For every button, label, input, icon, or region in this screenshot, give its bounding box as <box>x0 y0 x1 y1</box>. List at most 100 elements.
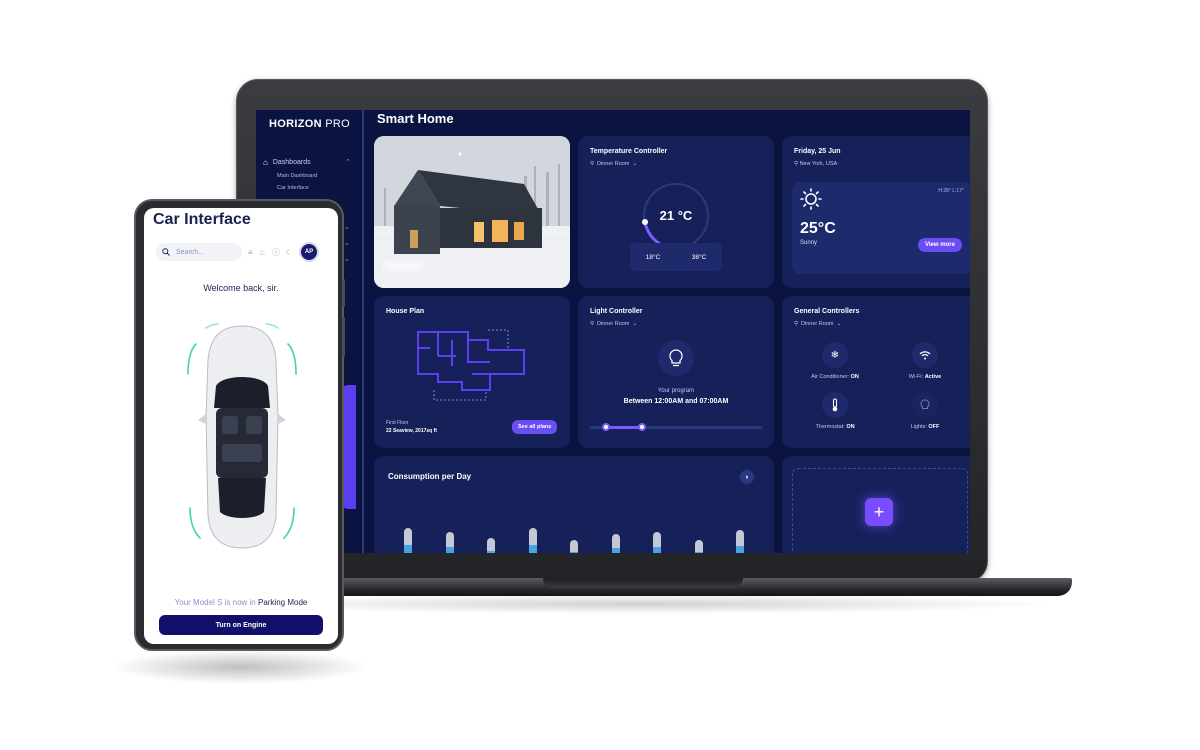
consumption-card: Consumption per Day ◗ <box>374 456 774 553</box>
see-all-plans-button[interactable]: See all plans <box>512 420 558 434</box>
pie-chart-icon[interactable]: ◗ <box>740 470 754 484</box>
control-name: Wi-Fi: <box>908 374 924 380</box>
view-more-button[interactable]: View more <box>918 238 962 252</box>
sidebar-subitem-main-dashboard[interactable]: Main Dashboard <box>277 173 317 179</box>
location-label: Dinner Room <box>801 321 834 327</box>
control-wifi[interactable]: Wi-Fi: Active <box>880 342 970 380</box>
search-bar: Search... ≡ ♨ ⓘ ☾ AP <box>156 240 324 264</box>
weather-temperature: 25°C <box>800 220 836 237</box>
card-title: Temperature Controller <box>590 148 668 155</box>
wifi-icon[interactable] <box>912 342 938 368</box>
control-thermostat[interactable]: Thermostat: ON <box>790 392 880 430</box>
chevron-down-icon[interactable]: ⌄ <box>344 239 350 247</box>
status-mode: Parking Mode <box>257 598 308 607</box>
consumption-bar[interactable] <box>445 532 454 553</box>
control-name: Air Conditioner: <box>811 374 850 380</box>
control-name: Lights: <box>910 424 927 430</box>
search-placeholder: Search... <box>176 248 205 256</box>
moon-icon[interactable]: ☾ <box>286 248 293 257</box>
card-title: Light Controller <box>590 308 643 315</box>
laptop-screen: HORIZON PRO ⌂ Dashboards ⌃ Main Dashboar… <box>256 110 970 553</box>
car-top-view[interactable] <box>186 316 298 556</box>
location-selector[interactable]: ⚲ Dinner Room ⌄ <box>590 161 637 167</box>
chart-title: Consumption per Day <box>388 472 472 481</box>
light-time-slider[interactable] <box>590 423 762 431</box>
phone-screen: Car Interface Search... ≡ ♨ ⓘ ☾ AP Welco… <box>144 208 338 644</box>
location-label: Dinner Room <box>597 161 630 167</box>
search-icon <box>162 248 170 256</box>
consumption-bar[interactable] <box>736 530 744 553</box>
pin-icon: ⚲ <box>794 321 799 327</box>
consumption-bar[interactable] <box>611 534 620 553</box>
phone-side-button <box>342 317 345 357</box>
bell-icon[interactable]: ♨ <box>259 248 266 257</box>
card-title: House Plan <box>386 308 425 315</box>
sun-icon <box>800 188 822 210</box>
laptop-notch <box>543 578 743 588</box>
location-selector[interactable]: ⚲ Dinner Room ⌄ <box>590 321 637 327</box>
consumption-bar[interactable] <box>570 540 578 553</box>
consumption-bar[interactable] <box>528 528 537 553</box>
control-state: ON <box>846 424 855 430</box>
chevron-up-icon[interactable]: ⌃ <box>345 158 351 166</box>
weather-card: Friday, 25 Jun ⚲ New York, USA H:28° L:1… <box>782 136 970 288</box>
thermometer-icon[interactable] <box>822 392 848 418</box>
status-prefix: Your Model S is now in <box>174 598 256 607</box>
consumption-bar[interactable] <box>404 528 412 553</box>
slider-handle-start[interactable] <box>602 423 610 431</box>
sidebar-item-dashboards[interactable]: ⌂ Dashboards ⌃ <box>263 158 351 167</box>
weather-location-label: New York, USA <box>799 161 838 167</box>
weather-date: Friday, 25 Jun <box>794 148 841 155</box>
turn-on-engine-button[interactable]: Turn on Engine <box>159 615 323 635</box>
page-title: Smart Home <box>377 111 454 126</box>
weather-location: ⚲ New York, USA <box>794 161 838 167</box>
snowflake-icon[interactable]: ❄ <box>822 342 848 368</box>
floor-plan-drawing[interactable] <box>412 326 532 406</box>
slider-fill <box>606 426 642 429</box>
more-photos-button[interactable]: More photos <box>382 260 425 272</box>
program-label: Your program <box>657 388 695 394</box>
sidebar-promo-card[interactable] <box>342 385 356 509</box>
chevron-down-icon: ⌄ <box>632 321 638 327</box>
temperature-controller-card: Temperature Controller ⚲ Dinner Room ⌄ 2… <box>578 136 774 288</box>
card-title: General Controllers <box>794 308 860 315</box>
consumption-bar[interactable] <box>653 532 661 553</box>
consumption-bar[interactable] <box>694 540 703 553</box>
lightbulb-icon[interactable] <box>658 340 694 376</box>
home-icon: ⌂ <box>263 158 268 167</box>
consumption-bar-fill <box>736 546 744 553</box>
weather-panel: H:28° L:17° 25°C Sunny <box>792 182 970 274</box>
consumption-bar[interactable] <box>487 538 495 553</box>
brand-bold: HORIZON <box>269 118 322 130</box>
menu-icon[interactable]: ≡ <box>248 248 253 257</box>
control-state: OFF <box>928 424 940 430</box>
sidebar-subitem-car-interface[interactable]: Car Interface <box>277 185 309 191</box>
slider-handle-end[interactable] <box>638 423 646 431</box>
consumption-bar-fill <box>404 545 412 553</box>
consumption-bar-fill <box>611 548 620 553</box>
brand-light: PRO <box>325 118 350 130</box>
chevron-down-icon[interactable]: ⌄ <box>344 255 350 263</box>
info-icon[interactable]: ⓘ <box>272 247 280 258</box>
lightbulb-icon[interactable] <box>912 392 938 418</box>
control-lights[interactable]: Lights: OFF <box>880 392 970 430</box>
control-air-conditioner[interactable]: ❄ Air Conditioner: ON <box>790 342 880 380</box>
control-state: Active <box>924 374 942 380</box>
phone-side-button <box>342 279 345 307</box>
house-photo-card[interactable]: More photos <box>374 136 570 288</box>
location-selector[interactable]: ⚲ Dinner Room ⌄ <box>794 321 841 327</box>
brand-logo: HORIZON PRO <box>269 118 350 130</box>
avatar[interactable]: AP <box>299 242 320 262</box>
consumption-bar-fill <box>487 550 495 553</box>
weather-condition: Sunny <box>800 240 818 246</box>
consumption-bar-fill <box>694 551 703 553</box>
add-widget-button[interactable]: + <box>865 498 893 526</box>
chevron-down-icon[interactable]: ⌄ <box>344 223 350 231</box>
address-label: 22 Seaview, 2017sq ft <box>386 428 437 434</box>
consumption-bar-fill <box>653 547 661 553</box>
sidebar-item-label: Dashboards <box>272 159 311 166</box>
temperature-range: 18°C 38°C <box>630 243 722 271</box>
search-input[interactable]: Search... <box>156 243 242 261</box>
laptop-shadow <box>220 594 1060 614</box>
consumption-bar-fill <box>445 547 454 553</box>
